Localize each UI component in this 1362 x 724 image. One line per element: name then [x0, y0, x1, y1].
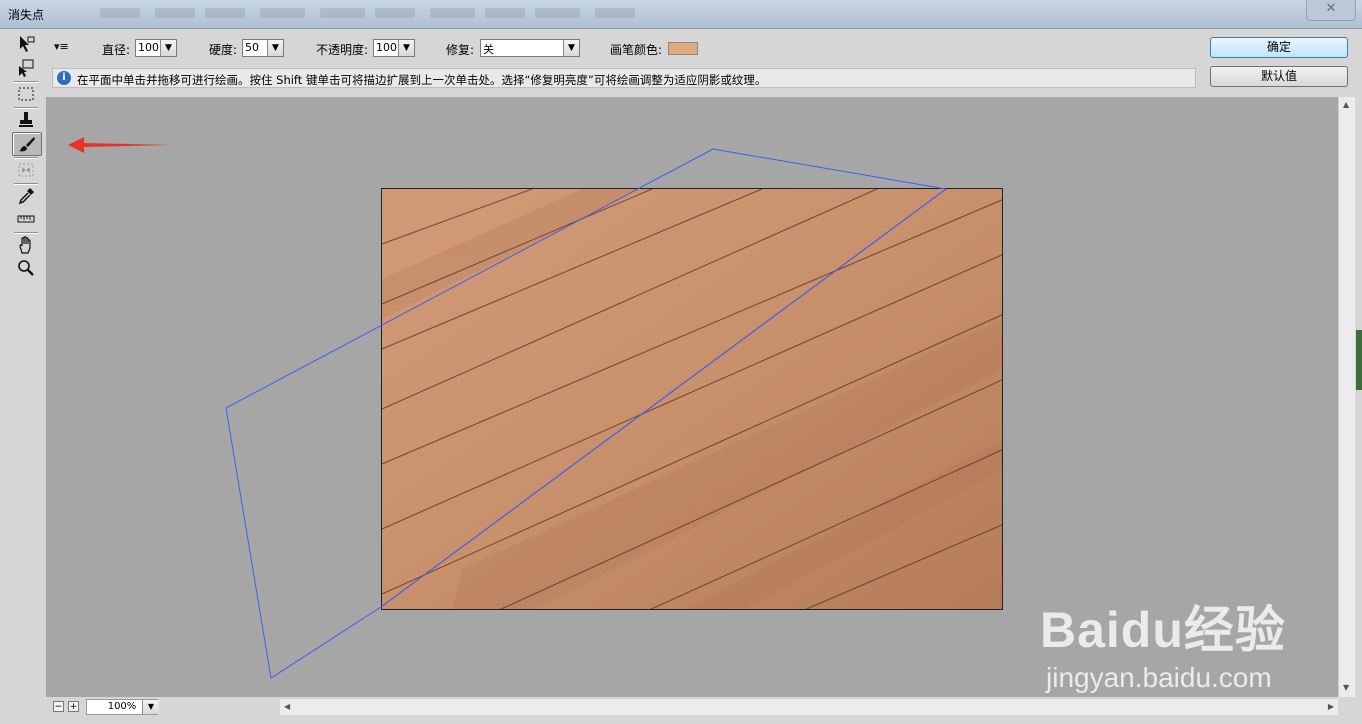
- transform-icon: [18, 163, 34, 177]
- scroll-left-icon[interactable]: ◀: [284, 702, 290, 711]
- marquee-tool[interactable]: [12, 83, 40, 105]
- zoom-tool[interactable]: [12, 257, 40, 279]
- tool-panel: [8, 29, 44, 719]
- eyedropper-icon: [18, 188, 34, 205]
- brush-color-swatch[interactable]: [668, 42, 698, 55]
- brush-tool[interactable]: [12, 132, 42, 156]
- opacity-field[interactable]: 100 ▼: [373, 39, 415, 57]
- heal-select[interactable]: 关 ▼: [480, 39, 580, 57]
- zoom-value: 100%: [107, 701, 137, 712]
- hand-tool[interactable]: [12, 234, 40, 256]
- scroll-down-icon[interactable]: ▼: [1343, 683, 1349, 692]
- stamp-icon: [19, 112, 33, 127]
- watermark-url: jingyan.baidu.com: [1046, 662, 1272, 693]
- zoom-bar: − + 100% ▼: [46, 698, 280, 716]
- edit-plane-icon: [20, 36, 35, 52]
- chevron-down-icon[interactable]: ▼: [142, 700, 159, 714]
- info-bar: i 在平面中单击并拖移可进行绘画。按住 Shift 键单击可将描边扩展到上一次单…: [52, 68, 1196, 88]
- vertical-scrollbar[interactable]: ▲ ▼: [1338, 97, 1355, 697]
- heal-label: 修复:: [446, 43, 475, 57]
- scroll-right-icon[interactable]: ▶: [1328, 702, 1334, 711]
- zoom-out-button[interactable]: −: [53, 701, 64, 712]
- options-bar: ▾≡ 直径: 100 ▼ 硬度: 50 ▼ 不透明度: 100 ▼ 修复: 关 …: [46, 30, 1206, 66]
- info-icon: i: [57, 71, 71, 85]
- edit-plane-tool[interactable]: [12, 33, 40, 55]
- red-arrow-annotation: [68, 137, 171, 153]
- scroll-up-icon[interactable]: ▲: [1343, 100, 1349, 109]
- default-button[interactable]: 默认值: [1210, 66, 1348, 87]
- heal-value: 关: [483, 43, 494, 56]
- blurred-menu: [320, 8, 365, 18]
- blurred-menu: [595, 8, 635, 18]
- options-menu-icon[interactable]: ▾≡: [54, 40, 69, 53]
- ok-button[interactable]: 确定: [1210, 37, 1348, 58]
- measure-tool[interactable]: [12, 208, 40, 230]
- toolbar-divider: [14, 157, 38, 158]
- toolbar-divider: [14, 183, 38, 184]
- blurred-menu: [100, 8, 140, 18]
- brush-icon: [19, 137, 35, 152]
- toolbar-divider: [14, 232, 38, 233]
- blurred-menu: [485, 8, 525, 18]
- diameter-label: 直径:: [102, 43, 131, 57]
- chevron-down-icon[interactable]: ▼: [398, 40, 414, 56]
- zoom-in-button[interactable]: +: [68, 701, 79, 712]
- opacity-value: 100: [376, 41, 397, 54]
- blurred-menu: [535, 8, 580, 18]
- blurred-menu: [155, 8, 195, 18]
- create-plane-tool[interactable]: [12, 56, 40, 78]
- hardness-label: 硬度:: [209, 43, 238, 57]
- info-text: 在平面中单击并拖移可进行绘画。按住 Shift 键单击可将描边扩展到上一次单击处…: [77, 73, 767, 87]
- hardness-value: 50: [245, 41, 259, 54]
- marquee-icon: [18, 87, 34, 101]
- chevron-down-icon[interactable]: ▼: [160, 40, 176, 56]
- close-button[interactable]: ✕: [1306, 0, 1356, 21]
- perspective-plane-edge: [380, 188, 947, 608]
- diameter-field[interactable]: 100 ▼: [135, 39, 177, 57]
- toolbar-divider: [14, 81, 38, 82]
- hardness-field[interactable]: 50 ▼: [242, 39, 284, 57]
- baidu-watermark: Baidu经验 jingyan.baidu.com: [1040, 580, 1300, 700]
- transform-tool[interactable]: [12, 159, 40, 181]
- create-plane-icon: [19, 59, 34, 77]
- chevron-down-icon[interactable]: ▼: [267, 40, 283, 56]
- scrollbar-thumb[interactable]: [1356, 330, 1362, 390]
- toolbar-divider: [14, 107, 38, 108]
- title-bar: 消失点 ✕: [0, 0, 1362, 29]
- hand-icon: [19, 236, 31, 254]
- opacity-label: 不透明度:: [316, 43, 369, 57]
- chevron-down-icon[interactable]: ▼: [563, 40, 579, 56]
- blurred-menu: [375, 8, 415, 18]
- horizontal-scrollbar[interactable]: ◀ ▶: [280, 698, 1338, 715]
- watermark-logo: Baidu经验: [1040, 602, 1286, 658]
- blurred-menu: [260, 8, 305, 18]
- brush-color-label: 画笔颜色:: [610, 43, 663, 57]
- stamp-tool[interactable]: [12, 109, 40, 131]
- blurred-menu: [430, 8, 475, 18]
- ruler-icon: [17, 215, 35, 223]
- magnifier-icon: [18, 260, 34, 276]
- window-title: 消失点: [8, 8, 45, 22]
- perspective-plane[interactable]: [225, 148, 948, 679]
- blurred-menu: [205, 8, 245, 18]
- diameter-value: 100: [138, 41, 159, 54]
- eyedropper-tool[interactable]: [12, 185, 40, 207]
